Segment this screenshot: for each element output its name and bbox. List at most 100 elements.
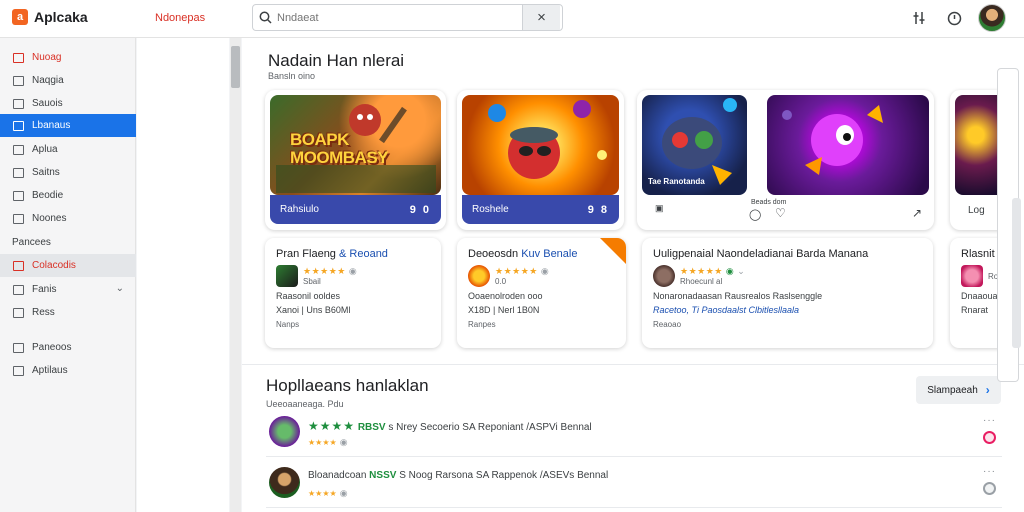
sidebar-item-11[interactable]: Ress — [0, 301, 136, 324]
sidebar-item-9[interactable]: Colacodis — [0, 254, 136, 277]
game-card-count: 9 0 — [409, 203, 431, 216]
main-content: Nadain Han nlerai Bansln oino BOAPK MOOM… — [242, 38, 1024, 512]
info-card[interactable]: Pran Flaeng & Reoand ★★★★★ ◉ Sbail Raaso… — [265, 238, 441, 348]
right-panel-edge — [994, 38, 1024, 512]
search-icon — [253, 5, 277, 30]
info-card[interactable]: Uuligpenaial Naondeladianai Barda Manana… — [642, 238, 933, 348]
info-card-title: Deoeosdn Kuv Benale — [468, 248, 615, 260]
game-card-bar[interactable]: Rahsiulo 9 0 — [270, 195, 441, 224]
heart-icon[interactable]: ♡ — [775, 206, 786, 220]
bookmark-icon — [13, 284, 24, 295]
square-icon — [13, 307, 24, 318]
sidebar-item-label: Ress — [32, 307, 55, 318]
rating-stars: ★★★★ — [308, 419, 356, 433]
info-card[interactable]: Deoeosdn Kuv Benale ★★★★★ ◉ 0.0 Ooaenolr… — [457, 238, 626, 348]
scrollbar[interactable] — [230, 38, 241, 512]
featured-subtitle: Bansln oino — [268, 71, 316, 81]
info-title-text: Pran Flaeng — [276, 248, 336, 260]
sidebar-item-1[interactable]: Naqgia — [0, 69, 136, 92]
game-card-bar[interactable]: Roshele 9 8 — [462, 195, 619, 224]
folder-icon — [13, 120, 24, 131]
sidebar-heading: Pancees — [0, 231, 136, 254]
sidebar-heading-label: Pancees — [12, 237, 51, 248]
info-card-title: Uuligpenaial Naondeladianai Barda Manana — [653, 248, 869, 260]
game-art: Tae Ranotanda — [642, 95, 747, 195]
card-actions: ▣ Beads dom ◯ ♡ ↗ — [645, 199, 926, 221]
side-scrollbar[interactable] — [1012, 198, 1021, 348]
sidebar-item-13[interactable]: Aptilaus — [0, 359, 136, 382]
info-meta: Rhoecunl al — [680, 277, 723, 286]
section-divider — [242, 364, 1024, 365]
info-foot: Nanps — [276, 320, 300, 329]
sidebar-item-2[interactable]: Sauois — [0, 92, 136, 115]
brand[interactable]: a Aplcaka — [12, 9, 88, 25]
rating-stars: ★★★★★ ◉ — [495, 266, 550, 276]
list-item[interactable]: ★★★★ RBSV s Nrey Secoerio SA Reponiant /… — [266, 411, 1002, 457]
sidebar-item-6[interactable]: Beodie — [0, 184, 136, 207]
list-item-rating: ★★★★ ◉ — [308, 488, 348, 498]
app-avatar — [269, 416, 300, 447]
game-card-count: 9 8 — [587, 203, 609, 216]
check-icon — [13, 144, 24, 155]
search-input[interactable] — [277, 6, 522, 29]
sidebar-item-7[interactable]: Noones — [0, 207, 136, 230]
see-more-button[interactable]: Slampaeah › — [916, 376, 1001, 404]
sidebar-item-12[interactable]: Paneoos — [0, 336, 136, 359]
featured-title: Nadain Han nlerai — [268, 51, 405, 70]
info-line: Xanoi | Uns B60Ml — [276, 305, 351, 315]
section-label[interactable]: Ndonepas — [155, 12, 205, 24]
document-icon — [13, 365, 24, 376]
sidebar-item-label: Colacodis — [32, 260, 76, 271]
info-rating: ★★★★★ ◉ Sbail — [276, 265, 430, 287]
search-box[interactable]: × — [252, 4, 563, 31]
bookmark-icon[interactable]: ▣ — [655, 203, 664, 214]
rating-stars: ★★★★★ ◉ ⌄ — [680, 266, 746, 276]
sidebar-item-label: Fanis — [32, 284, 57, 295]
share-icon[interactable]: ↗ — [912, 206, 922, 220]
page-icon — [13, 52, 24, 63]
filter-icon[interactable] — [909, 8, 929, 28]
game-art — [767, 95, 929, 195]
info-card-title: Pran Flaeng & Reoand — [276, 248, 430, 260]
app-thumbnail — [276, 265, 298, 287]
sidebar-item-3[interactable]: Lbanaus — [0, 114, 136, 137]
sidebar-item-5[interactable]: Saitns — [0, 161, 136, 184]
list-item[interactable]: Bloanadcoan NSSV S Noog Rarsona SA Rappe… — [266, 462, 1002, 508]
check-icon — [13, 75, 24, 86]
list-item-detail: s Nrey Secoerio SA Reponiant /ASPVi Benn… — [388, 422, 592, 433]
sidebar-item-label: Aptilaus — [32, 365, 68, 376]
game-art — [462, 95, 619, 195]
chat-icon[interactable]: ◯ — [749, 208, 761, 221]
game-card-label: Rahsiulo — [280, 204, 319, 215]
info-title-highlight: & Reoand — [339, 248, 388, 260]
sidebar-item-label: Nuoag — [32, 52, 62, 63]
scrollbar-thumb[interactable] — [231, 46, 240, 88]
game-card[interactable]: Roshele 9 8 — [457, 90, 624, 230]
sidebar-item-0[interactable]: Nuoag — [0, 46, 136, 69]
game-card[interactable]: BOAPK MOOMBASY Rahsiulo 9 0 — [265, 90, 446, 230]
recommended-title: Hopllaeans hanlaklan — [266, 376, 429, 395]
card-action-label: Beads dom — [751, 199, 787, 206]
clock-icon[interactable] — [944, 8, 964, 28]
info-line: Nonaronadaasan Rausrealos Raslsenggle — [653, 291, 823, 301]
close-icon[interactable]: × — [522, 5, 560, 30]
list-icon — [13, 98, 24, 109]
user-avatar[interactable] — [978, 4, 1006, 32]
game-card[interactable]: Tae Ranotanda ▣ Beads dom ◯ ♡ ↗ — [637, 90, 934, 230]
app-thumbnail — [961, 265, 983, 287]
app-window: a Aplcaka Ndonepas × Nuoag Naqgia Sauois… — [0, 0, 1024, 512]
recommended-subtitle: Ueeoaaneaga. Pdu — [266, 399, 344, 409]
sidebar-item-10[interactable]: Fanis ⌄ — [0, 278, 136, 301]
info-title-highlight: Kuv Benale — [521, 248, 578, 260]
chevron-down-icon: ⌄ — [115, 283, 124, 294]
sidebar-item-label: Paneoos — [32, 342, 72, 353]
gutter — [137, 38, 229, 512]
sidebar-item-4[interactable]: Aplua — [0, 138, 136, 161]
info-rating: ★★★★★ ◉ ⌄ Rhoecunl al — [653, 265, 922, 287]
sidebar-item-label: Aplua — [32, 144, 58, 155]
sidebar: Nuoag Naqgia Sauois Lbanaus Aplua Saitns… — [0, 38, 136, 512]
game-art-caption: Tae Ranotanda — [648, 177, 705, 186]
brand-logo: a — [12, 9, 28, 25]
check-icon — [13, 167, 24, 178]
sidebar-item-label: Beodie — [32, 190, 64, 201]
